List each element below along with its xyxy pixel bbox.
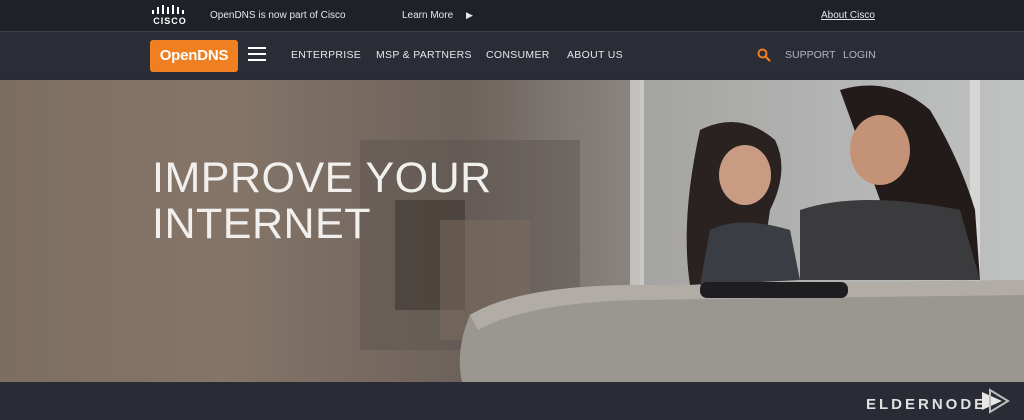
main-navigation: OpenDNS ENTERPRISE MSP & PARTNERS CONSUM… [0,32,1024,79]
opendns-logo[interactable]: OpenDNS [150,40,238,72]
nav-item-about-us[interactable]: ABOUT US [567,49,623,61]
hamburger-menu-icon[interactable] [248,47,266,63]
hero-headline: IMPROVE YOUR INTERNET [152,155,492,247]
hero-headline-line2: INTERNET [152,200,371,248]
cisco-bars-icon [152,5,184,14]
announcement-text: OpenDNS is now part of Cisco [210,10,346,21]
chevron-right-icon[interactable]: ▶ [466,10,473,21]
hero-banner: IMPROVE YOUR INTERNET [0,80,1024,382]
nav-item-msp-partners[interactable]: MSP & PARTNERS [376,49,472,61]
support-link[interactable]: SUPPORT [785,49,836,61]
search-icon[interactable] [757,48,771,62]
about-cisco-link[interactable]: About Cisco [821,10,875,21]
cisco-logo-text: CISCO [153,16,187,26]
cisco-announcement-bar: CISCO OpenDNS is now part of Cisco Learn… [0,0,1024,32]
cisco-logo[interactable]: CISCO [150,5,190,27]
eldernode-watermark: ELDERNODE [866,396,988,413]
login-link[interactable]: LOGIN [843,49,876,61]
learn-more-link[interactable]: Learn More [402,10,453,21]
nav-item-enterprise[interactable]: ENTERPRISE [291,49,361,61]
nav-item-consumer[interactable]: CONSUMER [486,49,550,61]
hero-headline-line1: IMPROVE YOUR [152,154,492,202]
eldernode-logo-icon [982,388,1010,414]
